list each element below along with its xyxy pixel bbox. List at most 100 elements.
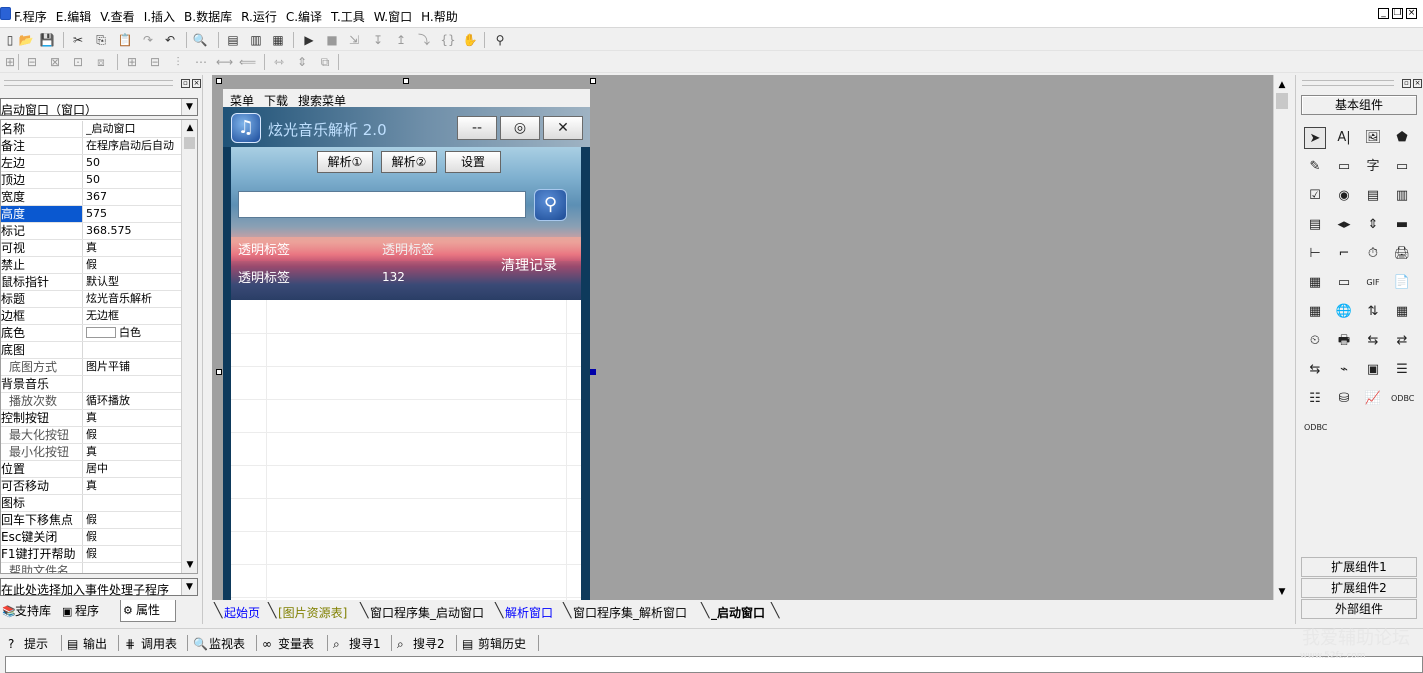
panel-grip[interactable]	[1302, 80, 1394, 86]
document-tab[interactable]: 起始页	[224, 604, 260, 621]
save-icon[interactable]: 💾	[39, 32, 55, 48]
radio-icon[interactable]: ◉	[1333, 185, 1355, 207]
center-1-icon[interactable]: ⊞	[124, 54, 140, 70]
property-row[interactable]: 鼠标指针 默认型	[1, 274, 182, 291]
property-row[interactable]: 名称 _启动窗口	[1, 121, 182, 138]
chart-icon[interactable]: 📈	[1362, 388, 1384, 410]
property-value[interactable]: 真	[86, 410, 182, 426]
redo-icon[interactable]: ↷	[140, 32, 156, 48]
panel-close-button[interactable]: ×	[1413, 79, 1422, 88]
minimize-button[interactable]: --	[457, 116, 497, 140]
close-button[interactable]: ✕	[543, 116, 583, 140]
resize-handle[interactable]	[403, 78, 409, 84]
external-components-button[interactable]: 外部组件	[1301, 599, 1417, 619]
property-row[interactable]: 最小化按钮真	[1, 444, 182, 461]
layout-2-icon[interactable]: ▥	[248, 32, 264, 48]
chevron-down-icon[interactable]: ▼	[181, 99, 197, 115]
db-list-icon[interactable]: ☷	[1304, 388, 1326, 410]
edit-icon[interactable]: ✎	[1304, 156, 1326, 178]
restore-button[interactable]: ❐	[1392, 8, 1403, 19]
layout-1-icon[interactable]: ▤	[225, 32, 241, 48]
picture-box-icon[interactable]: ▭	[1333, 156, 1355, 178]
resize-handle[interactable]	[590, 369, 596, 375]
size-3-icon[interactable]: ⧉	[317, 54, 333, 70]
list-icon[interactable]: ▤	[1304, 214, 1326, 236]
property-row[interactable]: 底色 白色	[1, 325, 182, 342]
step-3-icon[interactable]: ↥	[393, 32, 409, 48]
spin-icon[interactable]: ⇅	[1362, 301, 1384, 323]
chevron-down-icon[interactable]: ▼	[181, 579, 197, 595]
property-row[interactable]: 左边 50	[1, 155, 182, 172]
document-tab[interactable]: 解析窗口	[505, 604, 553, 621]
combobox-icon[interactable]: ▥	[1391, 185, 1413, 207]
scroll-down-icon[interactable]: ▼	[182, 557, 197, 573]
property-row[interactable]: 顶边 50	[1, 172, 182, 189]
property-value[interactable]: 50	[86, 155, 182, 171]
property-value[interactable]: 在程序启动后自动	[86, 138, 182, 154]
extended-components-1-button[interactable]: 扩展组件1	[1301, 557, 1417, 577]
resize-handle[interactable]	[590, 78, 596, 84]
space-3-icon[interactable]: ⟷	[216, 54, 233, 70]
property-value[interactable]: 575	[86, 206, 182, 222]
menu-item[interactable]: H.帮助	[421, 8, 458, 25]
property-row[interactable]: 底图方式 图片平铺	[1, 359, 182, 376]
output-tab-output[interactable]: ▤ 输出	[67, 635, 107, 652]
property-value[interactable]: 假	[86, 512, 182, 528]
property-row[interactable]: 位置 居中	[1, 461, 182, 478]
transfer-1-icon[interactable]: ⇆	[1362, 330, 1384, 352]
vscroll-icon[interactable]: ⇕	[1362, 214, 1384, 236]
scroll-up-icon[interactable]: ▲	[1274, 77, 1290, 93]
run-icon[interactable]: ▶	[301, 32, 317, 48]
minimize-button[interactable]: _	[1378, 8, 1389, 19]
result-list[interactable]	[231, 300, 581, 600]
menu-item[interactable]: W.窗口	[374, 8, 412, 25]
button-icon[interactable]: ▭	[1333, 272, 1355, 294]
property-row[interactable]: 标记 368.575	[1, 223, 182, 240]
property-value[interactable]: 真	[86, 478, 182, 494]
property-value[interactable]: 50	[86, 172, 182, 188]
step-2-icon[interactable]: ↧	[370, 32, 386, 48]
transfer-2-icon[interactable]: ⇄	[1391, 330, 1413, 352]
tab-property[interactable]: ⚙ 属性	[120, 600, 176, 622]
plug-icon[interactable]: ⌁	[1333, 359, 1355, 381]
print-icon[interactable]: 🖨	[1391, 243, 1413, 265]
align-5-icon[interactable]: ⧈	[93, 54, 109, 70]
output-tab-search1[interactable]: ⌕ 搜寻1	[333, 635, 381, 652]
undo-icon[interactable]: ↶	[162, 32, 178, 48]
search-input[interactable]	[238, 191, 526, 218]
startup-window-form[interactable]: 菜单 下载 搜索菜单 ♫ 炫光音乐解析 2.0 -- ◎ ✕ 解析① 解析② 设…	[223, 89, 590, 600]
align-4-icon[interactable]: ⊡	[70, 54, 86, 70]
output-tab-clip-history[interactable]: ▤ 剪辑历史	[462, 635, 526, 652]
property-value[interactable]: 假	[86, 427, 182, 443]
property-value[interactable]: 图片平铺	[86, 359, 182, 375]
property-row[interactable]: 播放次数 循环播放	[1, 393, 182, 410]
parse-1-button[interactable]: 解析①	[317, 151, 373, 173]
property-row[interactable]: 禁止假	[1, 257, 182, 274]
align-1-icon[interactable]: ⊞	[2, 54, 18, 70]
find-icon[interactable]: 🔍	[192, 32, 208, 48]
copy-icon[interactable]: ⎘	[93, 32, 109, 48]
progress-icon[interactable]: ▬	[1391, 214, 1413, 236]
menu-item[interactable]: C.编译	[286, 8, 322, 25]
extended-components-2-button[interactable]: 扩展组件2	[1301, 578, 1417, 598]
open-file-icon[interactable]: 📂	[18, 32, 34, 48]
printer-icon[interactable]: 🖶	[1333, 330, 1355, 352]
calendar-icon[interactable]: ▦	[1391, 301, 1413, 323]
odbc-db-icon[interactable]: ODBC	[1304, 417, 1327, 439]
new-file-icon[interactable]: ▯	[2, 32, 18, 48]
property-value[interactable]: 假	[86, 257, 182, 273]
paste-icon[interactable]: 📋	[117, 32, 133, 48]
menu-item[interactable]: I.插入	[144, 8, 175, 25]
resize-handle[interactable]	[216, 78, 222, 84]
odbc-icon[interactable]: ODBC	[1391, 388, 1414, 410]
resize-handle[interactable]	[216, 369, 222, 375]
step-4-icon[interactable]: ⤵	[416, 32, 432, 48]
menu-item[interactable]: T.工具	[331, 8, 365, 25]
property-value[interactable]: 白色	[86, 325, 182, 341]
property-value[interactable]: 居中	[86, 461, 182, 477]
close-button[interactable]: ×	[1406, 8, 1417, 19]
center-2-icon[interactable]: ⊟	[147, 54, 163, 70]
property-row[interactable]: 可视真	[1, 240, 182, 257]
skin-button[interactable]: ◎	[500, 116, 540, 140]
document-tab[interactable]: 窗口程序集_解析窗口	[573, 604, 687, 621]
